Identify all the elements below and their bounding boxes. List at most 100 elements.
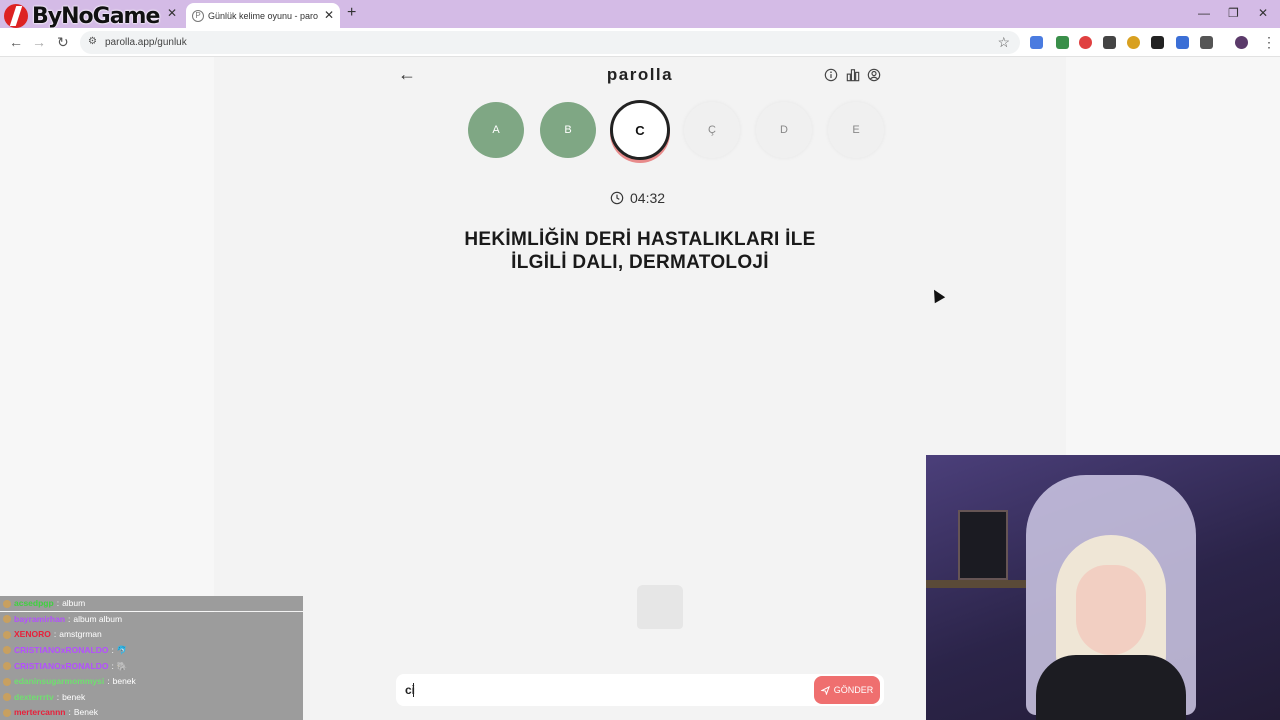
letter-circle-c-current: C — [610, 100, 670, 160]
forward-icon[interactable]: → — [32, 34, 46, 50]
stream-logo: ByNoGame — [4, 2, 160, 30]
question-line-2: İLGİLİ DALI, DERMATOLOJİ — [511, 252, 769, 273]
browser-toolbar: ← → ↻ ⚙ parolla.app/gunluk ☆ ⋮ — [0, 28, 1280, 57]
chat-text: benek — [62, 691, 86, 702]
webcam-face — [1076, 565, 1146, 655]
chat-message: bayramirhan: album album — [0, 611, 303, 627]
letter-circle-b: B — [540, 102, 596, 158]
chat-message: CRISTIANOxRONALDO: 🐬 — [0, 642, 303, 659]
browser-tab-active[interactable]: P Günlük kelime oyunu - parolla ✕ — [186, 3, 340, 28]
pillow-illustration — [637, 585, 683, 629]
back-icon[interactable]: ← — [9, 34, 23, 50]
brand-title[interactable]: parolla — [560, 65, 720, 85]
window-close-icon[interactable]: ✕ — [1258, 6, 1268, 20]
chat-badge-icon — [3, 599, 11, 608]
chat-username: mertercannn — [14, 707, 66, 718]
user-icon[interactable] — [867, 68, 881, 82]
clock-icon — [610, 191, 624, 205]
tab-close-icon[interactable]: ✕ — [324, 8, 334, 22]
send-button-label: GÖNDER — [833, 685, 874, 695]
restore-icon[interactable]: ❐ — [1228, 6, 1239, 20]
chat-username: CRISTIANOxRONALDO — [14, 660, 109, 671]
bookmark-star-icon[interactable]: ☆ — [997, 34, 1010, 51]
chat-separator: : — [56, 598, 60, 609]
site-info-icon[interactable]: ⚙ — [88, 36, 97, 47]
chat-message: edaninsugarmommysi: benek — [0, 673, 303, 690]
url-text: parolla.app/gunluk — [105, 37, 187, 48]
parolla-favicon-icon: P — [192, 9, 204, 22]
chat-message: dexterrrtv: benek — [0, 689, 303, 705]
chat-badge-icon — [3, 662, 11, 670]
chat-text: album album — [73, 613, 123, 624]
question-line-1: HEKİMLİĞİN DERİ HASTALIKLARI İLE — [464, 229, 816, 250]
chat-message: mertercannn: Benek — [0, 705, 303, 720]
chat-separator: : — [53, 629, 57, 640]
chat-username: dexterrrtv — [14, 691, 54, 702]
send-button[interactable]: GÖNDER — [814, 676, 880, 704]
reload-icon[interactable]: ↻ — [57, 34, 69, 50]
devices-extension-icon[interactable] — [1176, 36, 1189, 49]
chat-username: XENORO — [14, 629, 51, 640]
chat-badge-icon — [3, 693, 11, 702]
timer-value: 04:32 — [630, 190, 666, 206]
webcam-overlay — [926, 455, 1280, 720]
chat-badge-icon — [3, 677, 11, 686]
extension-badge-icon[interactable] — [1056, 36, 1069, 49]
send-icon — [820, 685, 830, 695]
chat-username: edaninsugarmommysi — [14, 676, 105, 687]
chat-message: XENORO: amstgrman — [0, 627, 303, 643]
puzzle-extensions-icon[interactable] — [1200, 36, 1213, 49]
stats-icon[interactable] — [846, 68, 860, 82]
minimize-icon[interactable]: — — [1198, 6, 1210, 20]
text-caret — [413, 683, 414, 697]
chat-separator: : — [111, 644, 114, 655]
chat-badge-icon — [3, 708, 11, 717]
bynogame-logo-icon — [4, 4, 28, 28]
chat-badge-icon — [3, 630, 11, 639]
chat-text: benek — [112, 676, 136, 687]
letter-circle-e: E — [828, 102, 884, 158]
chat-separator: : — [111, 660, 114, 671]
timer: 04:32 — [610, 190, 665, 206]
chat-text: Benek — [73, 707, 98, 718]
browser-menu-icon[interactable]: ⋮ — [1262, 34, 1276, 50]
letter-circle-a: A — [468, 102, 524, 158]
letter-circle-c-cedilla: Ç — [684, 102, 740, 158]
screenshot-extension-icon[interactable] — [1151, 36, 1164, 49]
chat-username: acsedpgp — [14, 598, 54, 609]
stream-chat-overlay: acsedpgp: album bayramirhan: album album XEN… — [0, 596, 303, 720]
coin-extension-icon[interactable] — [1127, 36, 1140, 49]
extension-icon[interactable] — [1103, 36, 1116, 49]
chat-separator: : — [68, 707, 71, 718]
chat-username: bayramirhan — [14, 613, 66, 624]
tab-title: Günlük kelime oyunu - parolla — [208, 10, 318, 21]
webcam-shelf — [926, 580, 1026, 588]
chat-separator: : — [56, 691, 60, 702]
info-icon[interactable] — [824, 68, 838, 82]
chat-text: amstgrman — [59, 629, 102, 640]
new-tab-button[interactable]: + — [347, 4, 356, 22]
chat-text: album — [62, 598, 86, 609]
browser-tab-strip: ByNoGame ✕ P Günlük kelime oyunu - parol… — [0, 0, 1280, 30]
inactive-tab-close-icon[interactable]: ✕ — [167, 6, 177, 20]
profile-avatar[interactable] — [1235, 36, 1248, 49]
address-bar[interactable]: ⚙ parolla.app/gunluk ☆ — [80, 31, 1020, 54]
letter-circle-d: D — [756, 102, 812, 158]
back-arrow-icon[interactable]: ← — [398, 64, 416, 85]
webcam-poster — [958, 510, 1008, 580]
chat-message: acsedpgp: album — [0, 596, 303, 612]
stream-logo-text: ByNoGame — [32, 3, 160, 29]
chat-badge-icon — [3, 646, 11, 655]
chat-text: 🐘 — [116, 660, 128, 671]
chat-separator: : — [68, 613, 71, 624]
chat-message: CRISTIANOxRONALDO: 🐘 — [0, 658, 303, 674]
lips-extension-icon[interactable] — [1079, 36, 1092, 49]
chat-text: 🐬 — [116, 644, 128, 655]
webcam-body — [1036, 655, 1186, 720]
chat-separator: : — [107, 676, 110, 687]
chat-username: CRISTIANOxRONALDO — [14, 644, 109, 655]
answer-input[interactable]: ci — [396, 674, 884, 706]
translate-extension-icon[interactable] — [1030, 36, 1043, 49]
question-text: HEKİMLİĞİN DERİ HASTALIKLARI İLE İLGİLİ … — [414, 228, 866, 274]
chat-badge-icon — [3, 615, 11, 624]
